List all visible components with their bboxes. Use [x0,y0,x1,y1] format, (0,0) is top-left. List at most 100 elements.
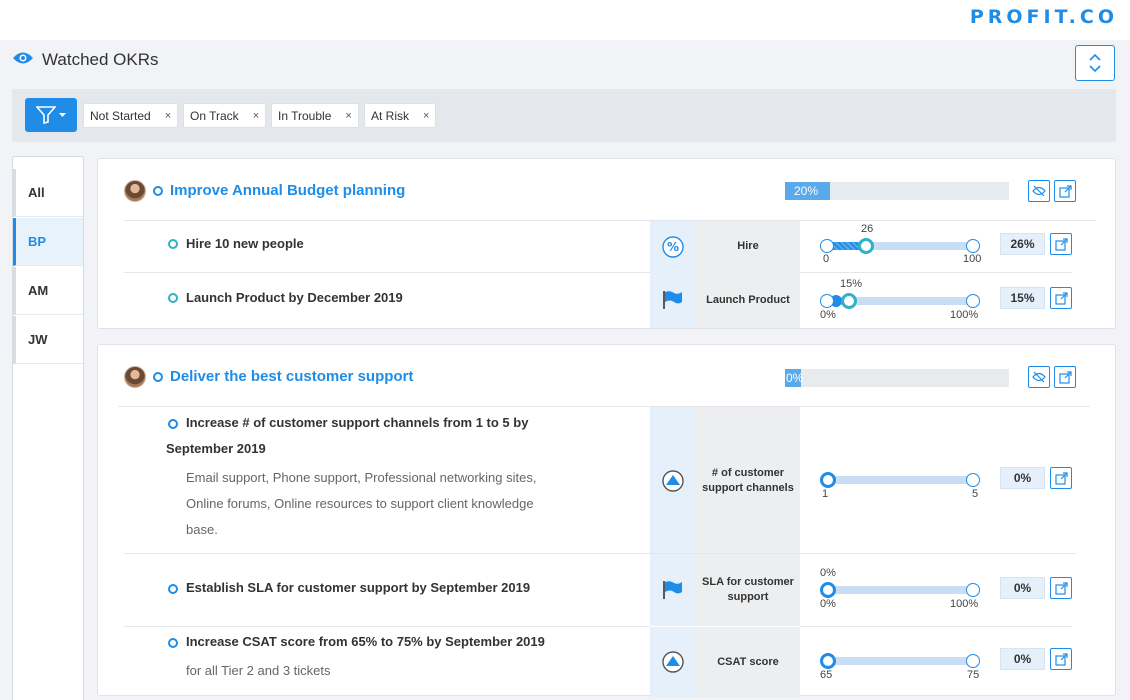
page-title: Watched OKRs [12,50,159,70]
key-result-title[interactable]: Hire 10 new people [186,231,304,257]
chip-remove-button[interactable]: × [423,110,429,122]
slider-min-label: 65 [820,669,833,681]
slider-current-knob[interactable] [820,472,836,488]
filter-chip-at-risk: At Risk × [364,103,437,128]
kr-progress-slider[interactable]: 65 75 [820,636,982,681]
slider-max-knob [966,239,980,253]
divider [800,626,1072,627]
progress-label: 20% [794,184,819,198]
slider-min-label: 0 [823,253,830,265]
filter-chip-on-track: On Track × [183,103,267,128]
slider-track [828,476,974,484]
chip-remove-button[interactable]: × [345,110,351,122]
expand-collapse-button[interactable] [1075,45,1115,81]
objective-title[interactable]: Improve Annual Budget planning [170,182,405,199]
page-title-text: Watched OKRs [42,50,159,69]
chip-label: In Trouble [278,108,332,123]
kr-status-ring-icon [168,239,178,249]
open-key-result-button[interactable] [1050,233,1072,255]
key-result-description: for all Tier 2 and 3 tickets [186,663,331,678]
kr-percent-value: 0% [1000,467,1045,489]
slider-current-knob[interactable] [858,238,874,254]
kr-type-cell [650,554,696,626]
slider-current-knob[interactable] [841,293,857,309]
key-result-description: Email support, Phone support, Profession… [186,470,537,485]
divider [124,272,650,273]
chip-remove-button[interactable]: × [253,110,259,122]
key-result-title[interactable]: Launch Product by December 2019 [186,285,403,311]
kr-percent-value: 0% [1000,577,1045,599]
divider [118,406,1090,407]
milestone-dot [860,586,868,594]
filter-button[interactable] [25,98,77,132]
caret-down-icon [59,112,66,117]
kr-progress-slider[interactable]: 15% 0% 100% [820,276,982,321]
open-objective-button[interactable] [1054,180,1076,202]
kr-type-cell: % [650,221,696,272]
unwatch-button[interactable] [1028,366,1050,388]
slider-max-knob [966,473,980,487]
eye-slash-icon [1032,185,1046,197]
milestone-dot [930,297,938,305]
slider-max-label: 100% [950,309,979,321]
slider-current-knob[interactable] [820,653,836,669]
divider [124,626,650,627]
external-link-icon [1054,291,1068,305]
milestone-dot [870,297,878,305]
sidebar-item-am[interactable]: AM [13,267,83,315]
chip-remove-button[interactable]: × [165,110,171,122]
slider-current-knob[interactable] [820,582,836,598]
sidebar-item-all[interactable]: All [13,169,83,217]
key-result-title-continued[interactable]: September 2019 [166,436,266,462]
kr-metric-cell: Launch Product [696,272,800,328]
avatar [124,180,146,202]
chip-label: Not Started [90,108,151,123]
slider-current-label: 0% [820,567,836,579]
external-link-icon [1054,471,1068,485]
open-key-result-button[interactable] [1050,577,1072,599]
flag-icon [663,291,682,309]
external-link-icon [1054,237,1068,251]
sidebar-item-bp[interactable]: BP [13,218,83,266]
open-key-result-button[interactable] [1050,287,1072,309]
milestone-dot [950,586,958,594]
key-result-title[interactable]: Increase CSAT score from 65% to 75% by S… [186,629,545,655]
top-bar: PROFIT.CO [0,0,1130,40]
eye-icon [12,50,34,70]
filter-chip-in-trouble: In Trouble × [271,103,359,128]
open-key-result-button[interactable] [1050,467,1072,489]
slider-current-label: 26 [861,223,874,235]
kr-progress-slider[interactable]: 26 0 100 [820,221,982,265]
unwatch-button[interactable] [1028,180,1050,202]
open-objective-button[interactable] [1054,366,1076,388]
slider-max-knob [966,654,980,668]
chip-label: At Risk [371,108,410,123]
open-key-result-button[interactable] [1050,648,1072,670]
svg-text:%: % [667,240,679,254]
kr-status-ring-icon [168,293,178,303]
slider-current-label: 15% [840,278,863,290]
slider-min-knob [820,294,834,308]
kr-progress-slider[interactable]: 0% 0% 100% [820,565,982,610]
owner-sidebar: All BP AM JW [12,156,84,700]
kr-metric-cell: Hire [696,221,800,272]
key-result-title[interactable]: Establish SLA for customer support by Se… [186,575,530,601]
slider-max-knob [966,294,980,308]
sidebar-item-jw[interactable]: JW [13,316,83,364]
filter-chip-not-started: Not Started × [83,103,179,128]
objective-progress-bar: 0% [785,369,1009,387]
kr-metric-cell: # of customer support channels [696,407,800,554]
divider [124,553,1076,554]
kr-progress-slider[interactable]: 1 5 [820,455,982,500]
filter-bar: Not Started × On Track × In Trouble × At Ri… [12,89,1116,142]
slider-min-knob [820,239,834,253]
external-link-icon [1054,652,1068,666]
divider [800,272,1072,273]
kr-metric-cell: CSAT score [696,627,800,697]
objective-card: Improve Annual Budget planning 20% Hire … [97,158,1116,329]
slider-max-label: 75 [967,669,980,681]
objective-title[interactable]: Deliver the best customer support [170,368,413,385]
external-link-icon [1058,370,1072,384]
slider-max-knob [966,583,980,597]
key-result-title[interactable]: Increase # of customer support channels … [186,410,528,436]
